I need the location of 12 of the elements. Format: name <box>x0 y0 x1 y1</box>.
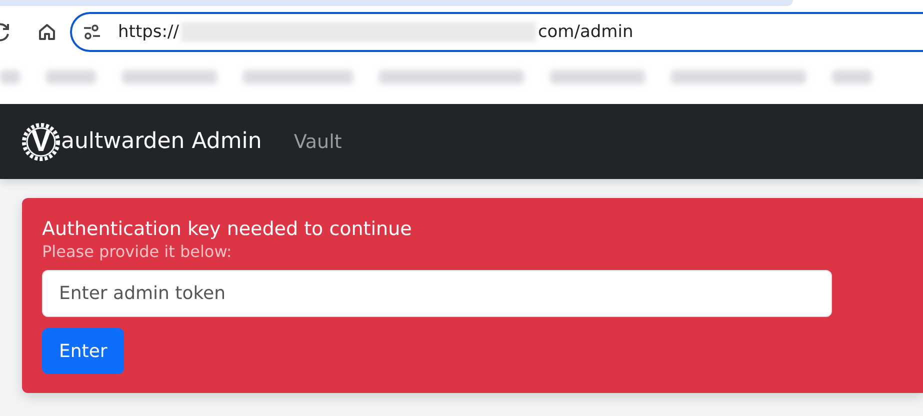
alert-message: Please provide it below: <box>42 242 233 262</box>
address-bar[interactable]: https:// com/admin <box>70 12 923 52</box>
logo-icon[interactable]: V <box>22 122 60 160</box>
url-path: com/admin <box>538 22 634 42</box>
url-scheme: https:// <box>118 22 179 42</box>
alert-title: Authentication key needed to continue <box>42 217 413 242</box>
nav-link[interactable]: Vault <box>290 122 346 160</box>
home-icon[interactable] <box>36 21 58 43</box>
token-field[interactable]: Enter admin token <box>42 270 832 317</box>
brand-title[interactable]: aultwarden Admin <box>61 129 262 154</box>
enter-button[interactable]: Enter <box>42 328 124 374</box>
tune-icon[interactable] <box>82 22 102 42</box>
